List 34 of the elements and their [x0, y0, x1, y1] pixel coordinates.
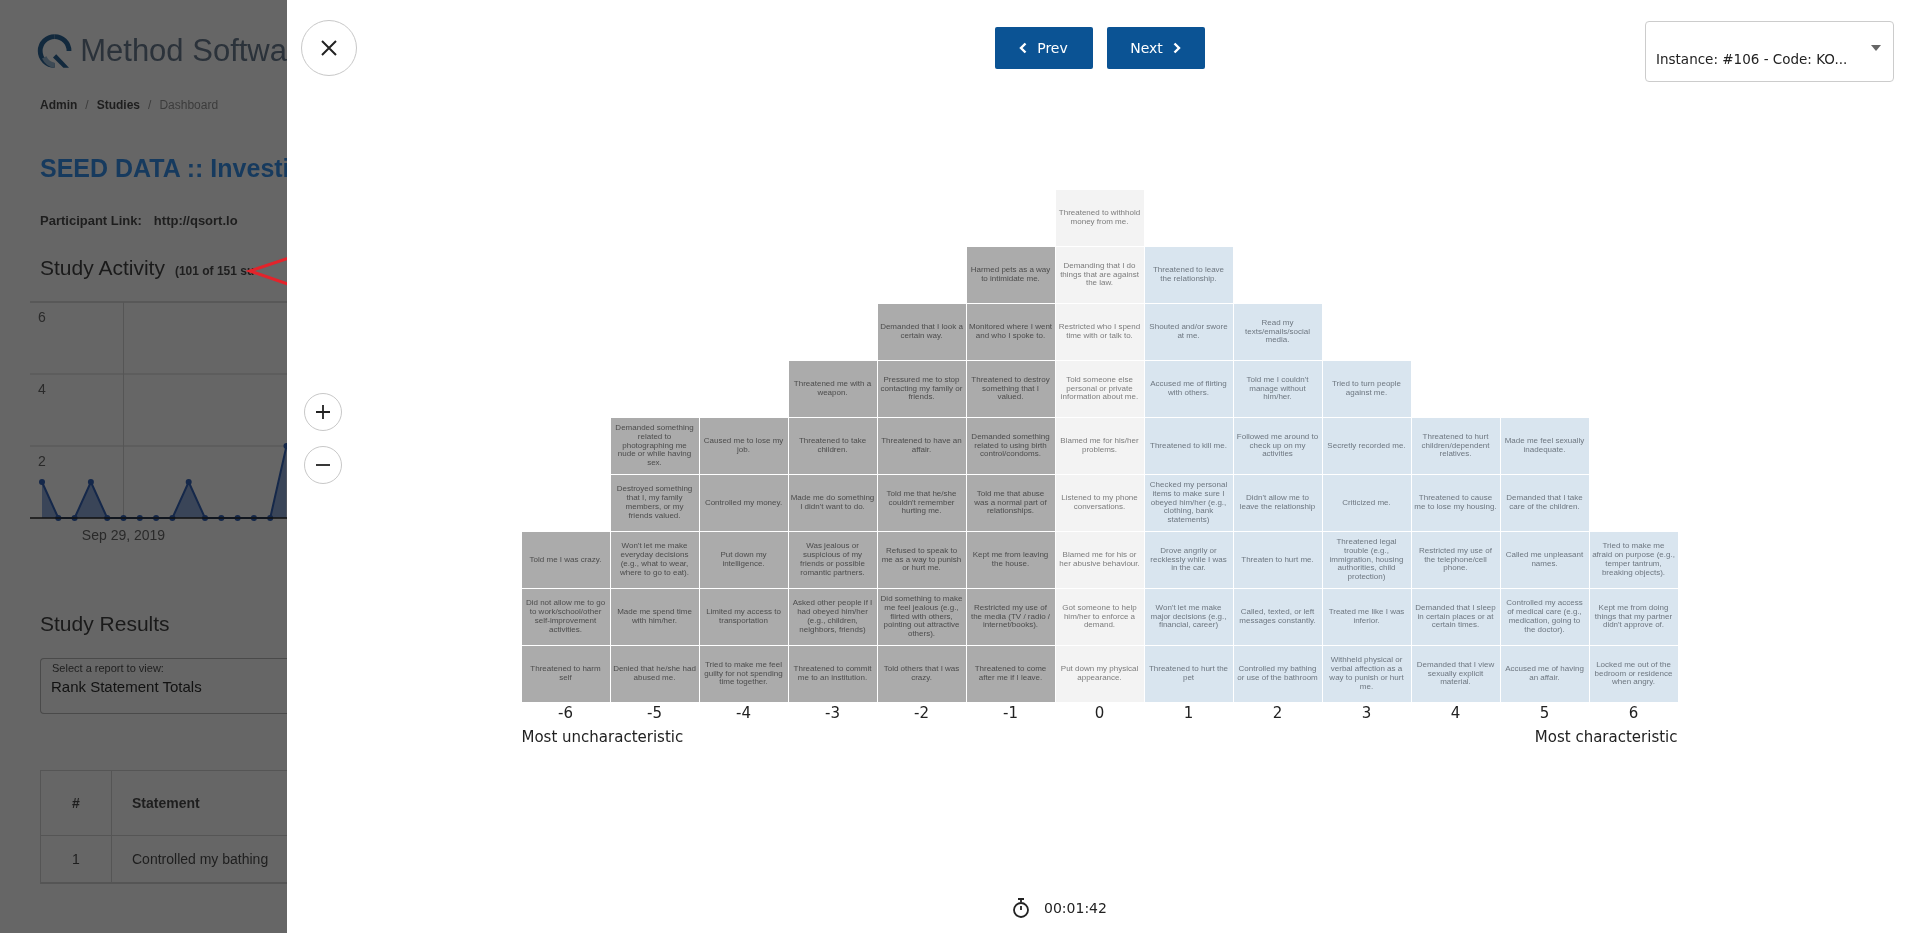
column-label: -2	[913, 704, 930, 722]
axis-tick-label: Sep 29, 2019	[81, 527, 166, 543]
column-label: -3	[824, 704, 841, 722]
column-label: 1	[1182, 704, 1195, 722]
scale-end-label: Most uncharacteristic	[521, 728, 684, 746]
page-title: SEED DATA :: Investi	[40, 154, 287, 183]
column-header: Statement	[131, 794, 200, 813]
column-label: 2	[1271, 704, 1284, 722]
select-label: Select a report to view:	[51, 662, 165, 674]
axis-tick-label: 6	[38, 309, 46, 325]
column-label: 6	[1627, 704, 1640, 722]
logo-text: Method Softwa	[80, 33, 287, 69]
axis-tick-label: 4	[38, 381, 46, 397]
column-label: -6	[557, 704, 574, 722]
section-title: Study Activity	[40, 256, 165, 280]
table-cell-text: Controlled my bathing	[131, 850, 269, 869]
breadcrumb-separator: /	[85, 98, 89, 112]
section-title: Study Results	[40, 612, 171, 636]
scale-end-label: Most characteristic	[1534, 728, 1678, 746]
table-cell: 1	[41, 836, 112, 882]
column-label: 0	[1093, 704, 1106, 722]
axis-tick-label: 2	[38, 453, 46, 469]
column-label: -5	[646, 704, 663, 722]
column-label: -4	[735, 704, 752, 722]
timer-text: 00:01:42	[1044, 900, 1107, 916]
breadcrumb-separator: /	[148, 98, 152, 112]
column-label: 4	[1449, 704, 1462, 722]
select-value: Instance: #106 - Code: KO...	[1656, 50, 1848, 67]
column-label: 5	[1538, 704, 1551, 722]
column-label: 3	[1360, 704, 1373, 722]
select-value: Rank Statement Totals	[51, 678, 202, 695]
column-header: #	[41, 771, 112, 835]
participant-link-label: Participant Link:	[40, 213, 142, 228]
column-label: -1	[1002, 704, 1019, 722]
